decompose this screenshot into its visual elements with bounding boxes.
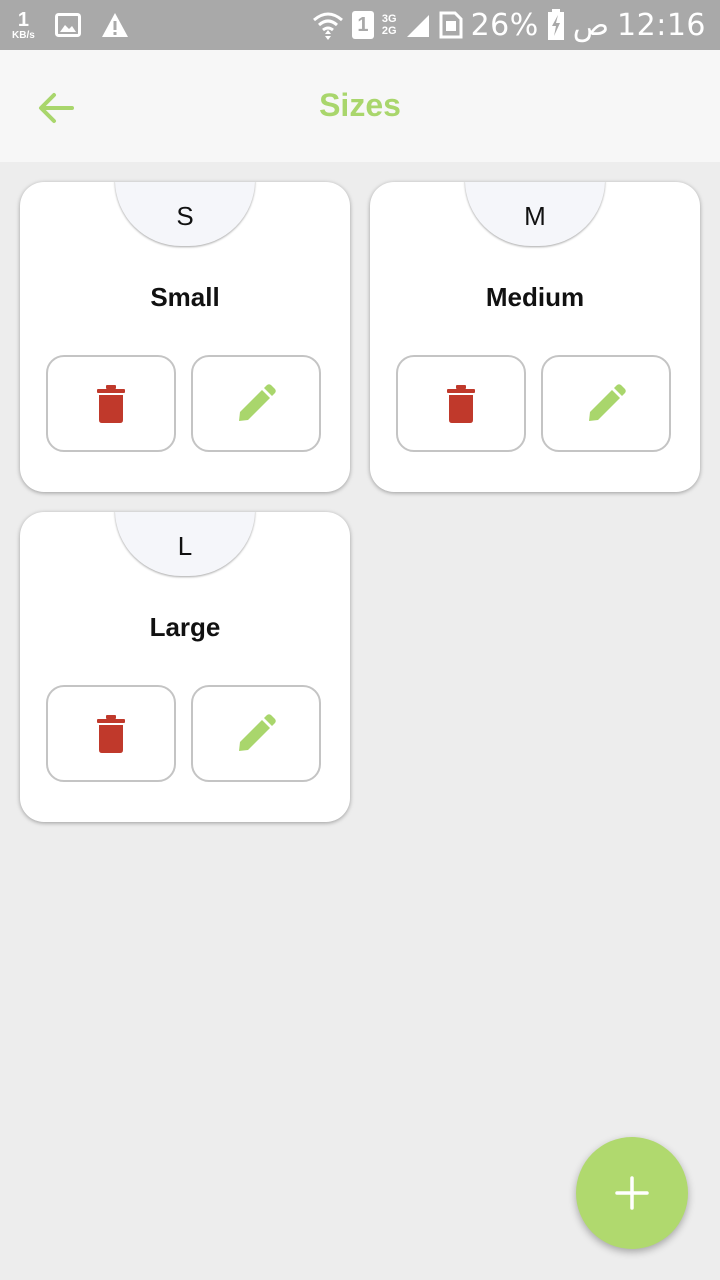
page-title: Sizes <box>319 87 401 123</box>
plus-icon <box>615 1176 649 1210</box>
net-speed: 1 KB/s <box>12 10 35 41</box>
sim-icon: 1 <box>351 11 374 39</box>
pencil-icon <box>239 383 276 421</box>
pencil-icon <box>589 383 626 421</box>
sim-card-icon <box>439 11 463 39</box>
pencil-icon <box>239 713 276 751</box>
trash-icon <box>447 384 475 423</box>
size-code-badge: S <box>115 182 255 246</box>
wifi-icon <box>312 12 343 40</box>
network-type: 3G 2G <box>382 13 397 37</box>
sim-slot: 1 <box>357 13 369 36</box>
add-size-button[interactable] <box>576 1137 688 1249</box>
image-icon <box>54 13 81 37</box>
delete-button[interactable] <box>46 355 176 452</box>
edit-button[interactable] <box>191 685 321 782</box>
net-speed-unit: KB/s <box>12 29 35 41</box>
size-name: Medium <box>485 282 585 312</box>
net-speed-value: 1 <box>17 8 29 31</box>
time-suffix: ص <box>572 7 610 43</box>
size-code-badge: L <box>115 512 255 576</box>
delete-button[interactable] <box>46 685 176 782</box>
battery-charging-icon <box>547 9 564 40</box>
size-name: Large <box>149 612 221 642</box>
delete-button[interactable] <box>396 355 526 452</box>
size-card-medium: M Medium <box>370 182 700 492</box>
size-name: Small <box>150 282 220 312</box>
size-card-large: L Large <box>20 512 350 822</box>
signal-icon <box>406 15 429 37</box>
warning-icon <box>101 13 128 37</box>
battery-percent: 26% <box>470 7 539 43</box>
network-bottom: 2G <box>381 25 397 37</box>
clock: 12:16 <box>617 7 706 43</box>
size-card-small: S Small <box>20 182 350 492</box>
trash-icon <box>97 714 125 753</box>
size-code-badge: M <box>465 182 605 246</box>
app-bar: Sizes <box>0 50 720 162</box>
status-bar: 1 KB/s 1 3G 2G 26% ص 12:16 <box>0 0 720 50</box>
trash-icon <box>97 384 125 423</box>
network-top: 3G <box>381 13 397 25</box>
edit-button[interactable] <box>191 355 321 452</box>
edit-button[interactable] <box>541 355 671 452</box>
